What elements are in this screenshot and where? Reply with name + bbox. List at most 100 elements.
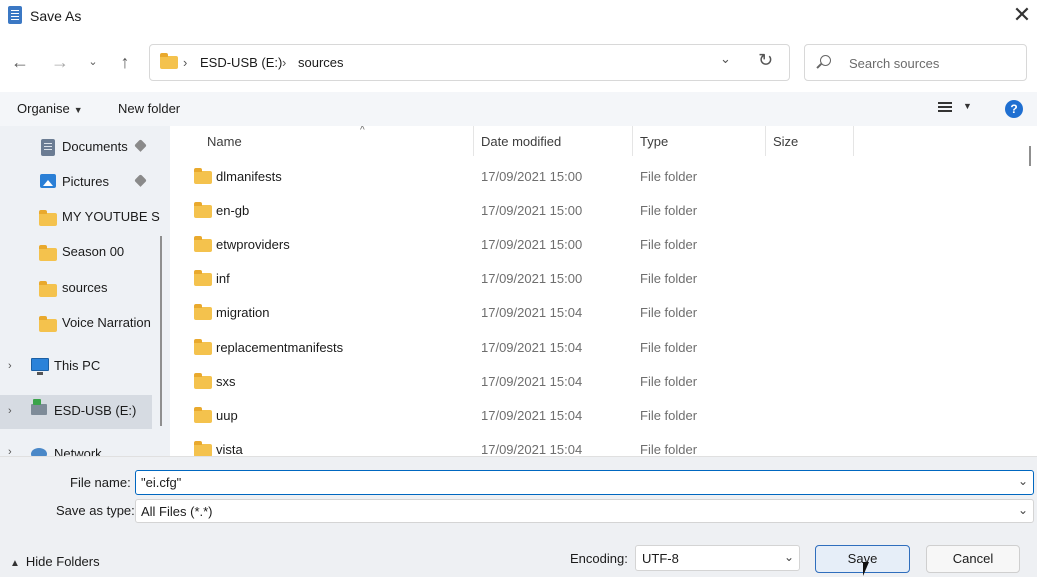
breadcrumb-drive[interactable]: ESD-USB (E:) (200, 55, 282, 70)
expand-chevron-icon[interactable]: › (8, 360, 12, 372)
file-type: File folder (640, 408, 698, 423)
cancel-button[interactable]: Cancel (926, 545, 1020, 573)
expand-chevron-icon[interactable]: › (8, 446, 12, 456)
view-dropdown-caret-icon[interactable]: ▼ (963, 101, 972, 111)
folder-icon (39, 245, 57, 261)
sidebar-item-documents[interactable]: Documents (0, 130, 152, 164)
notepad-icon (8, 6, 22, 24)
window-title: Save As (30, 8, 82, 24)
sidebar-item-season-00[interactable]: Season 00 (0, 235, 152, 269)
table-row[interactable]: dlmanifests 17/09/2021 15:00 File folder (185, 160, 1010, 194)
organise-menu[interactable]: Organise ▼ (17, 101, 83, 116)
address-dropdown-chevron-icon[interactable]: ⌄ (720, 51, 731, 67)
file-name: inf (216, 271, 230, 286)
sidebar-item-label: Documents (62, 139, 128, 154)
file-type: File folder (640, 442, 698, 456)
table-row[interactable]: uup 17/09/2021 15:04 File folder (185, 399, 1010, 433)
table-row[interactable]: replacementmanifests 17/09/2021 15:04 Fi… (185, 331, 1010, 365)
folder-icon (39, 281, 57, 297)
filename-input[interactable] (141, 474, 1001, 490)
sidebar-item-label: ESD-USB (E:) (54, 403, 137, 418)
folder-icon (194, 236, 212, 252)
save-as-type-select[interactable]: All Files (*.*) ⌄ (135, 499, 1034, 523)
file-name: dlmanifests (216, 169, 282, 184)
navigation-pane: Documents Pictures MY YOUTUBE S Season 0… (0, 126, 160, 456)
chevron-down-icon[interactable]: ⌄ (1018, 503, 1028, 517)
scrollbar-thumb[interactable] (160, 236, 162, 426)
navigation-pane-scrollbar[interactable] (160, 126, 170, 456)
file-name: sxs (216, 374, 236, 389)
sidebar-item-this-pc[interactable]: › This PC (0, 350, 152, 384)
breadcrumb-separator: › (282, 55, 287, 70)
documents-icon (41, 139, 55, 156)
back-button[interactable]: ← (9, 51, 31, 73)
title-bar: Save As ✕ (0, 0, 1037, 32)
recent-locations-button[interactable]: ⌄ (82, 51, 104, 73)
table-row[interactable]: sxs 17/09/2021 15:04 File folder (185, 365, 1010, 399)
encoding-label: Encoding: (570, 551, 628, 566)
chevron-down-icon[interactable]: ⌄ (784, 550, 794, 564)
table-row[interactable]: inf 17/09/2021 15:00 File folder (185, 262, 1010, 296)
column-header-date-modified[interactable]: Date modified (474, 126, 633, 156)
sidebar-item-sources[interactable]: sources (0, 271, 152, 305)
up-button[interactable]: ↑ (114, 51, 136, 73)
column-header-type[interactable]: Type (633, 126, 766, 156)
new-folder-button[interactable]: New folder (118, 101, 180, 116)
sidebar-item-voice-narration[interactable]: Voice Narration (0, 306, 152, 340)
chevron-up-icon: ▲ (10, 558, 20, 569)
file-type: File folder (640, 203, 698, 218)
breadcrumb-sources[interactable]: sources (298, 55, 344, 70)
search-box[interactable] (804, 44, 1027, 81)
search-input[interactable] (849, 54, 1019, 72)
file-date-modified: 17/09/2021 15:00 (481, 169, 583, 184)
file-list-scrollbar[interactable] (1025, 126, 1037, 456)
close-button[interactable]: ✕ (1008, 2, 1036, 30)
column-header-name[interactable]: Name ^ (200, 126, 474, 156)
sidebar-item-pictures[interactable]: Pictures (0, 165, 152, 199)
scrollbar-thumb[interactable] (1029, 146, 1031, 166)
pin-icon[interactable] (134, 174, 147, 187)
chevron-down-icon[interactable]: ⌄ (1018, 474, 1028, 488)
file-date-modified: 17/09/2021 15:00 (481, 237, 583, 252)
hide-folders-label: Hide Folders (25, 554, 100, 569)
folder-icon (194, 270, 212, 286)
save-as-type-value: All Files (*.*) (141, 504, 213, 519)
folder-icon (194, 168, 212, 184)
file-type: File folder (640, 374, 698, 389)
sidebar-item-my-youtube[interactable]: MY YOUTUBE S (0, 200, 160, 234)
column-header-size[interactable]: Size (766, 126, 854, 156)
file-type: File folder (640, 237, 698, 252)
file-date-modified: 17/09/2021 15:04 (481, 374, 583, 389)
caret-down-icon: ▼ (73, 105, 83, 115)
hide-folders-button[interactable]: ▲ Hide Folders (10, 554, 100, 569)
forward-button[interactable]: → (49, 51, 71, 73)
network-icon (31, 448, 47, 456)
pin-icon[interactable] (134, 139, 147, 152)
file-type: File folder (640, 271, 698, 286)
folder-icon (160, 53, 178, 69)
refresh-icon[interactable]: ↻ (758, 50, 773, 71)
folder-icon (194, 339, 212, 355)
view-options-icon[interactable] (938, 102, 952, 114)
table-row[interactable]: etwproviders 17/09/2021 15:00 File folde… (185, 228, 1010, 262)
sidebar-item-network[interactable]: › Network (0, 442, 152, 456)
file-type: File folder (640, 169, 698, 184)
address-bar[interactable]: › ESD-USB (E:) › sources ⌄ ↻ (149, 44, 790, 81)
column-header-label: Name (207, 134, 242, 149)
table-row[interactable]: en-gb 17/09/2021 15:00 File folder (185, 194, 1010, 228)
encoding-value: UTF-8 (642, 551, 679, 566)
sidebar-item-esd-usb[interactable]: › ESD-USB (E:) (0, 395, 152, 429)
expand-chevron-icon[interactable]: › (8, 405, 12, 417)
help-icon[interactable]: ? (1005, 100, 1023, 118)
column-header-label: Date modified (481, 134, 562, 149)
pc-icon (31, 358, 49, 375)
table-row[interactable]: migration 17/09/2021 15:04 File folder (185, 296, 1010, 330)
encoding-select[interactable]: UTF-8 ⌄ (635, 545, 800, 571)
file-date-modified: 17/09/2021 15:00 (481, 203, 583, 218)
folder-icon (194, 441, 212, 456)
folder-icon (194, 373, 212, 389)
folder-icon (39, 210, 57, 226)
organise-label: Organise (17, 101, 70, 116)
filename-field[interactable]: ⌄ (135, 470, 1034, 495)
table-row[interactable]: vista 17/09/2021 15:04 File folder (185, 433, 1010, 456)
